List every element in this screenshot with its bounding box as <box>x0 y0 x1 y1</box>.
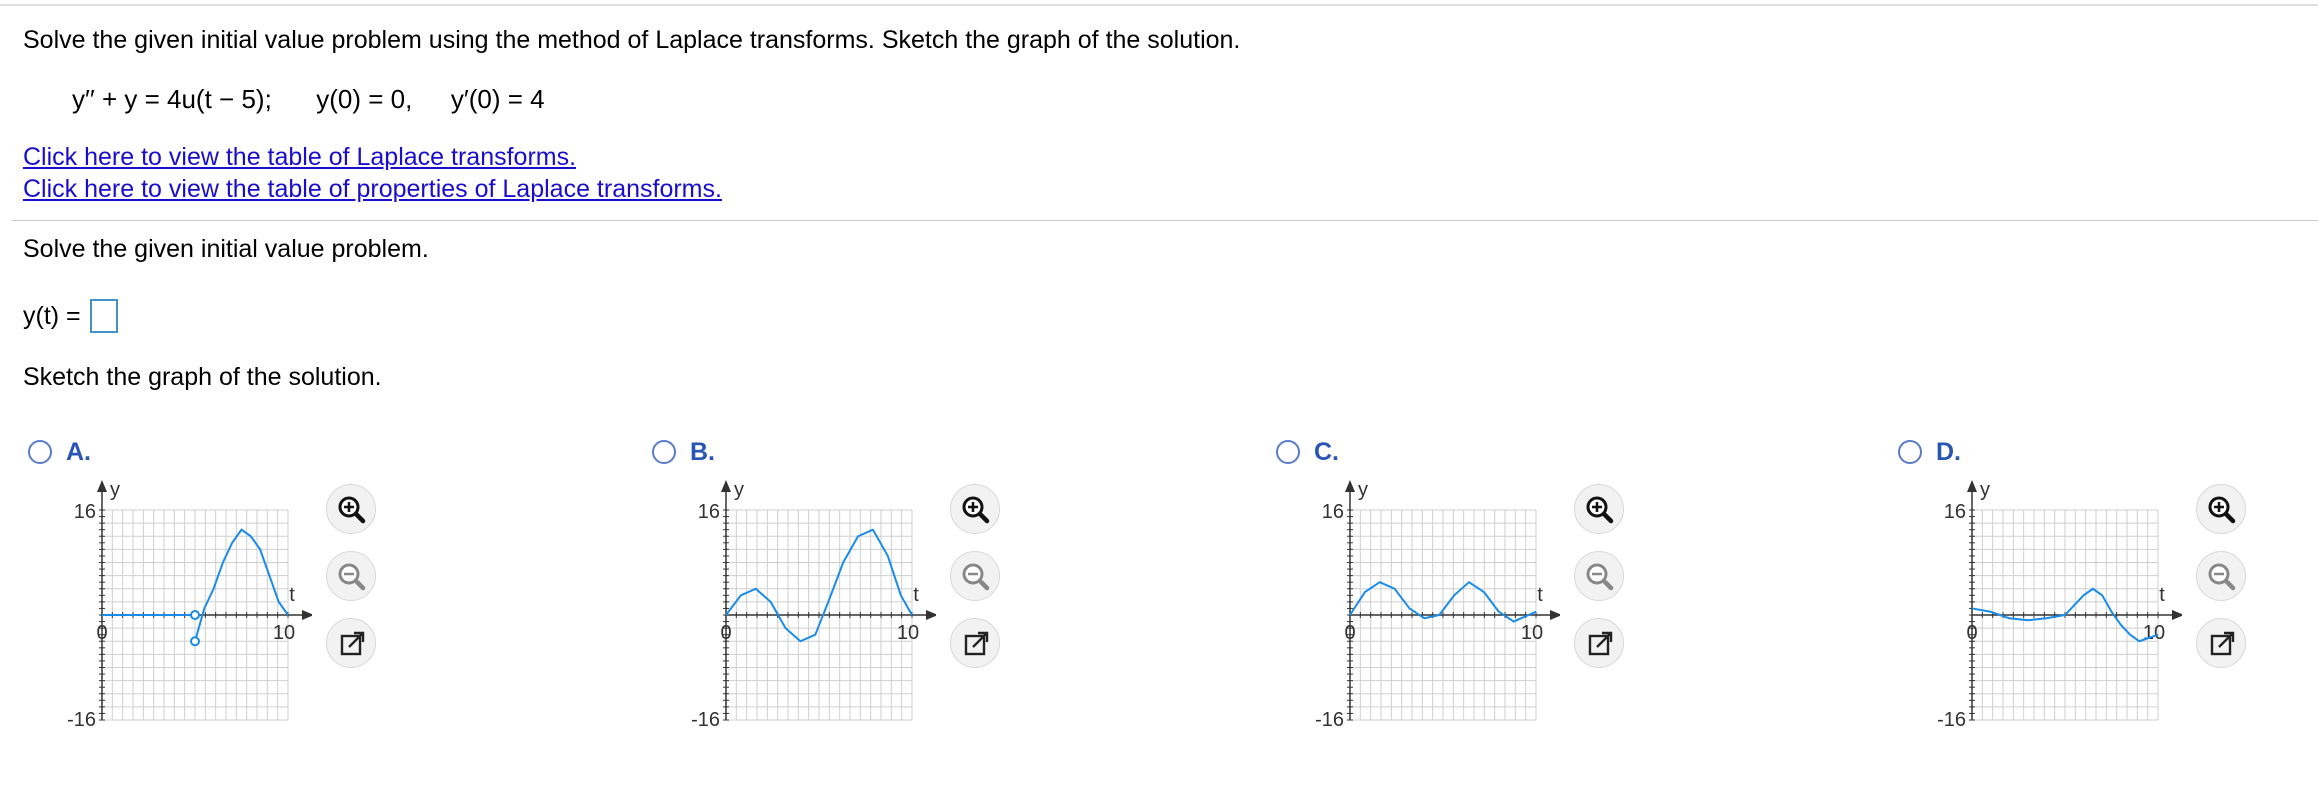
option-d-zoom-in-button[interactable] <box>2196 484 2246 534</box>
origin-label: 0 <box>1966 622 1977 644</box>
option-d: D. y 16 -16 t 0 10 <box>1898 436 2318 730</box>
section-divider <box>12 220 2318 221</box>
x-axis-arrow <box>2172 610 2182 620</box>
zoom-in-icon <box>962 496 990 524</box>
open-external-icon <box>964 631 989 656</box>
open-external-icon <box>1588 631 1613 656</box>
option-d-radio[interactable] <box>1898 440 1922 464</box>
y-axis-arrow <box>721 480 731 492</box>
x-axis-label: t <box>913 584 919 606</box>
option-d-label[interactable]: D. <box>1936 436 1961 468</box>
y-axis-arrow <box>1967 480 1977 492</box>
option-a: A. y 16 -16 t 0 10 <box>28 436 648 730</box>
x-tick-label-10: 10 <box>273 622 295 644</box>
initial-condition-y: y(0) = 0, <box>316 84 413 114</box>
x-axis-label: t <box>2159 584 2165 606</box>
option-b-graph: y 16 -16 t 0 10 <box>691 480 936 730</box>
y-tick-label-bottom: -16 <box>691 709 720 730</box>
magnifier-handle <box>1601 511 1614 524</box>
part1-prompt: Solve the given initial value problem. <box>23 235 429 263</box>
magnifier-handle <box>1601 578 1614 591</box>
zoom-out-icon <box>2208 563 2236 591</box>
option-a-label[interactable]: A. <box>66 436 91 468</box>
option-b-open-button[interactable] <box>950 618 1000 668</box>
magnifier-handle <box>977 511 990 524</box>
option-a-graph: y 16 -16 t 0 10 <box>67 480 312 730</box>
option-c: C. y 16 -16 t 0 10 <box>1276 436 1896 730</box>
y-axis-label: y <box>734 480 744 501</box>
open-external-icon <box>340 631 365 656</box>
x-tick-label-10: 10 <box>1521 622 1543 644</box>
open-point <box>190 610 200 620</box>
magnifier-handle <box>977 578 990 591</box>
option-d-open-button[interactable] <box>2196 618 2246 668</box>
magnifier-handle <box>353 511 366 524</box>
y-tick-label-top: 16 <box>74 501 96 523</box>
option-b-label[interactable]: B. <box>690 436 715 468</box>
open-external-icon <box>2210 631 2235 656</box>
differential-equation: y′′ + y = 4u(t − 5); <box>72 84 272 114</box>
y-tick-label-top: 16 <box>1944 501 1966 523</box>
x-tick-label-10: 10 <box>897 622 919 644</box>
option-a-zoom-in-button[interactable] <box>326 484 376 534</box>
y-axis-label: y <box>1358 480 1368 501</box>
y-tick-label-bottom: -16 <box>1315 709 1344 730</box>
x-axis-arrow <box>926 610 936 620</box>
magnifier-handle <box>2223 511 2236 524</box>
origin-label: 0 <box>720 622 731 644</box>
option-b-zoom-out-button[interactable] <box>950 551 1000 601</box>
option-c-zoom-out-button[interactable] <box>1574 551 1624 601</box>
answer-label: y(t) = <box>23 302 81 330</box>
problem-equation: y′′ + y = 4u(t − 5); y(0) = 0, y′(0) = 4 <box>72 84 545 114</box>
origin-label: 0 <box>96 622 107 644</box>
option-a-zoom-out-button[interactable] <box>326 551 376 601</box>
y-tick-label-top: 16 <box>698 501 720 523</box>
option-c-zoom-in-button[interactable] <box>1574 484 1624 534</box>
x-axis-label: t <box>289 584 295 606</box>
zoom-in-icon <box>338 496 366 524</box>
option-b: B. y 16 -16 t 0 10 <box>652 436 1272 730</box>
open-point <box>190 636 200 647</box>
y-axis-arrow <box>97 480 107 492</box>
problem-instruction: Solve the given initial value problem us… <box>23 26 1241 54</box>
magnifier-handle <box>2223 578 2236 591</box>
y-tick-label-bottom: -16 <box>67 709 96 730</box>
option-a-open-button[interactable] <box>326 618 376 668</box>
y-axis-label: y <box>110 480 120 501</box>
laplace-table-link[interactable]: Click here to view the table of Laplace … <box>23 142 576 172</box>
zoom-out-icon <box>962 563 990 591</box>
option-a-radio[interactable] <box>28 440 52 464</box>
zoom-in-icon <box>1586 496 1614 524</box>
x-axis-arrow <box>302 610 312 620</box>
y-axis-arrow <box>1345 480 1355 492</box>
x-axis-arrow <box>1550 610 1560 620</box>
top-border <box>0 4 2318 6</box>
zoom-in-icon <box>2208 496 2236 524</box>
option-c-graph: y 16 -16 t 0 10 <box>1315 480 1560 730</box>
x-axis-label: t <box>1537 584 1543 606</box>
option-c-radio[interactable] <box>1276 440 1300 464</box>
initial-condition-yprime: y′(0) = 4 <box>450 84 545 114</box>
answer-input[interactable] <box>90 299 118 333</box>
option-d-graph: y 16 -16 t 0 10 <box>1937 480 2182 730</box>
y-tick-label-top: 16 <box>1322 501 1344 523</box>
magnifier-handle <box>353 578 366 591</box>
option-c-label[interactable]: C. <box>1314 436 1339 468</box>
option-d-zoom-out-button[interactable] <box>2196 551 2246 601</box>
y-tick-label-bottom: -16 <box>1937 709 1966 730</box>
zoom-out-icon <box>338 563 366 591</box>
option-c-open-button[interactable] <box>1574 618 1624 668</box>
option-b-zoom-in-button[interactable] <box>950 484 1000 534</box>
laplace-properties-link[interactable]: Click here to view the table of properti… <box>23 174 722 204</box>
option-b-radio[interactable] <box>652 440 676 464</box>
origin-label: 0 <box>1344 622 1355 644</box>
zoom-out-icon <box>1586 563 1614 591</box>
x-tick-label-10: 10 <box>2143 622 2165 644</box>
part2-prompt: Sketch the graph of the solution. <box>23 363 382 391</box>
y-axis-label: y <box>1980 480 1990 501</box>
